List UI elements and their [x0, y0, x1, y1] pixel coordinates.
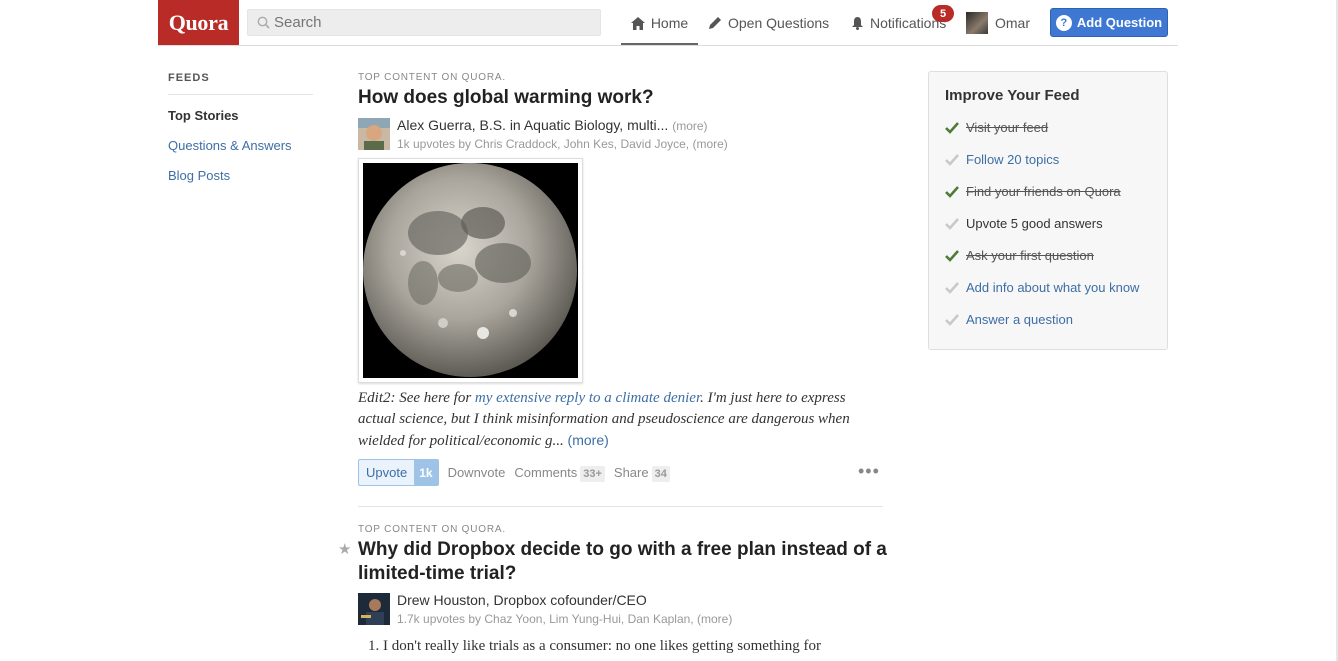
nav-open-questions[interactable]: Open Questions: [708, 0, 829, 46]
upvote-label: Upvote: [366, 465, 408, 480]
home-icon: [630, 16, 645, 30]
improve-feed-task[interactable]: Find your friends on Quora: [945, 184, 1121, 199]
notifications-count-badge: 5: [932, 5, 954, 22]
improve-feed-panel: Improve Your Feed Visit your feed Follow …: [928, 71, 1168, 350]
task-label: Ask your first question: [966, 248, 1094, 263]
upvotes-meta-2[interactable]: 1.7k upvotes by Chaz Yoon, Lim Yung-Hui,…: [397, 612, 732, 626]
answer-actions: Upvote 1k Downvote Comments 33+ Share 34: [358, 459, 670, 486]
search-icon: [257, 16, 270, 29]
add-question-label: Add Question: [1076, 15, 1163, 30]
more-options-icon[interactable]: •••: [858, 462, 880, 480]
excerpt-inline-link[interactable]: my extensive reply to a climate denier: [475, 390, 700, 406]
checkmark-icon: [945, 121, 959, 134]
sidebar-item-top-stories[interactable]: Top Stories: [168, 108, 239, 123]
story-source-label-2: TOP CONTENT ON QUORA.: [358, 524, 506, 535]
task-label: Answer a question: [966, 312, 1073, 327]
author-name[interactable]: Alex Guerra, B.S. in Aquatic Biology, mu…: [397, 117, 708, 133]
author-credential[interactable]: Alex Guerra, B.S. in Aquatic Biology, mu…: [397, 117, 668, 133]
checkmark-icon: [945, 313, 959, 326]
quora-logo[interactable]: Quora: [158, 0, 239, 46]
improve-feed-title: Improve Your Feed: [945, 87, 1080, 104]
story-source-label: TOP CONTENT ON QUORA.: [358, 72, 506, 83]
share-button[interactable]: Share 34: [613, 465, 670, 482]
upvote-button[interactable]: Upvote 1k: [358, 459, 439, 486]
story-title[interactable]: How does global warming work?: [358, 86, 654, 110]
excerpt-text-start: Edit2: See here for: [358, 390, 475, 406]
answer-list-item: 1. I don't really like trials as a consu…: [368, 638, 822, 654]
user-name: Omar: [995, 15, 1030, 31]
user-avatar: [966, 12, 988, 34]
star-icon: ★: [338, 541, 352, 558]
answer-image[interactable]: [358, 158, 583, 383]
task-label: Follow 20 topics: [966, 152, 1060, 167]
checkmark-icon: [945, 281, 959, 294]
task-label: Visit your feed: [966, 120, 1049, 135]
author-avatar[interactable]: [358, 118, 390, 150]
improve-feed-task[interactable]: Answer a question: [945, 312, 1073, 327]
excerpt-more-link[interactable]: (more): [568, 432, 609, 448]
improve-feed-task[interactable]: Upvote 5 good answers: [945, 216, 1103, 231]
nav-user-profile[interactable]: Omar: [966, 0, 1030, 46]
improve-feed-task[interactable]: Visit your feed: [945, 120, 1048, 135]
upvotes-meta[interactable]: 1k upvotes by Chris Craddock, John Kes, …: [397, 137, 728, 151]
comments-button[interactable]: Comments 33+: [514, 465, 605, 482]
share-label: Share: [613, 465, 649, 480]
story-title-2[interactable]: Why did Dropbox decide to go with a free…: [358, 538, 887, 586]
checkmark-icon: [945, 249, 959, 262]
downvote-button[interactable]: Downvote: [448, 465, 506, 480]
nav-home-label: Home: [650, 15, 689, 31]
author-name-2[interactable]: Drew Houston, Dropbox cofounder/CEO: [397, 592, 647, 608]
task-label: Find your friends on Quora: [966, 184, 1121, 199]
header-divider: [158, 45, 1178, 46]
comments-label: Comments: [514, 465, 578, 480]
search-box[interactable]: [247, 9, 601, 36]
feeds-divider: [168, 94, 313, 95]
question-bubble-icon: ?: [1055, 14, 1072, 31]
author-avatar-2[interactable]: [358, 593, 390, 625]
improve-feed-task[interactable]: Add info about what you know: [945, 280, 1139, 295]
pencil-icon: [708, 16, 722, 30]
top-header: Quora Home Open Questions Notifications …: [0, 0, 1338, 46]
story-divider: [358, 506, 883, 507]
improve-feed-task[interactable]: Follow 20 topics: [945, 152, 1059, 167]
checkmark-icon: [945, 217, 959, 230]
checkmark-icon: [945, 185, 959, 198]
story-title-2-line1: Why did Dropbox decide to go with a free…: [358, 539, 887, 560]
moon-photo: [363, 163, 578, 378]
bell-icon: [851, 16, 864, 30]
checkmark-icon: [945, 153, 959, 166]
author-more-link[interactable]: (more): [672, 119, 707, 133]
search-input[interactable]: [274, 14, 574, 31]
story-title-2-line2: limited-time trial?: [358, 563, 517, 584]
sidebar-item-blog-posts[interactable]: Blog Posts: [168, 168, 230, 183]
feeds-heading: FEEDS: [168, 72, 210, 84]
upvote-count: 1k: [414, 460, 438, 485]
sidebar-item-questions-answers[interactable]: Questions & Answers: [168, 138, 292, 153]
nav-home[interactable]: Home: [621, 0, 698, 46]
task-label: Add info about what you know: [966, 280, 1140, 295]
comments-count: 33+: [580, 466, 605, 482]
add-question-button[interactable]: ? Add Question: [1050, 8, 1168, 37]
nav-notifications[interactable]: Notifications: [851, 0, 946, 46]
share-count: 34: [651, 466, 670, 482]
improve-feed-task[interactable]: Ask your first question: [945, 248, 1094, 263]
task-label: Upvote 5 good answers: [966, 216, 1103, 231]
nav-open-questions-label: Open Questions: [728, 15, 830, 31]
answer-excerpt[interactable]: Edit2: See here for my extensive reply t…: [358, 388, 878, 452]
